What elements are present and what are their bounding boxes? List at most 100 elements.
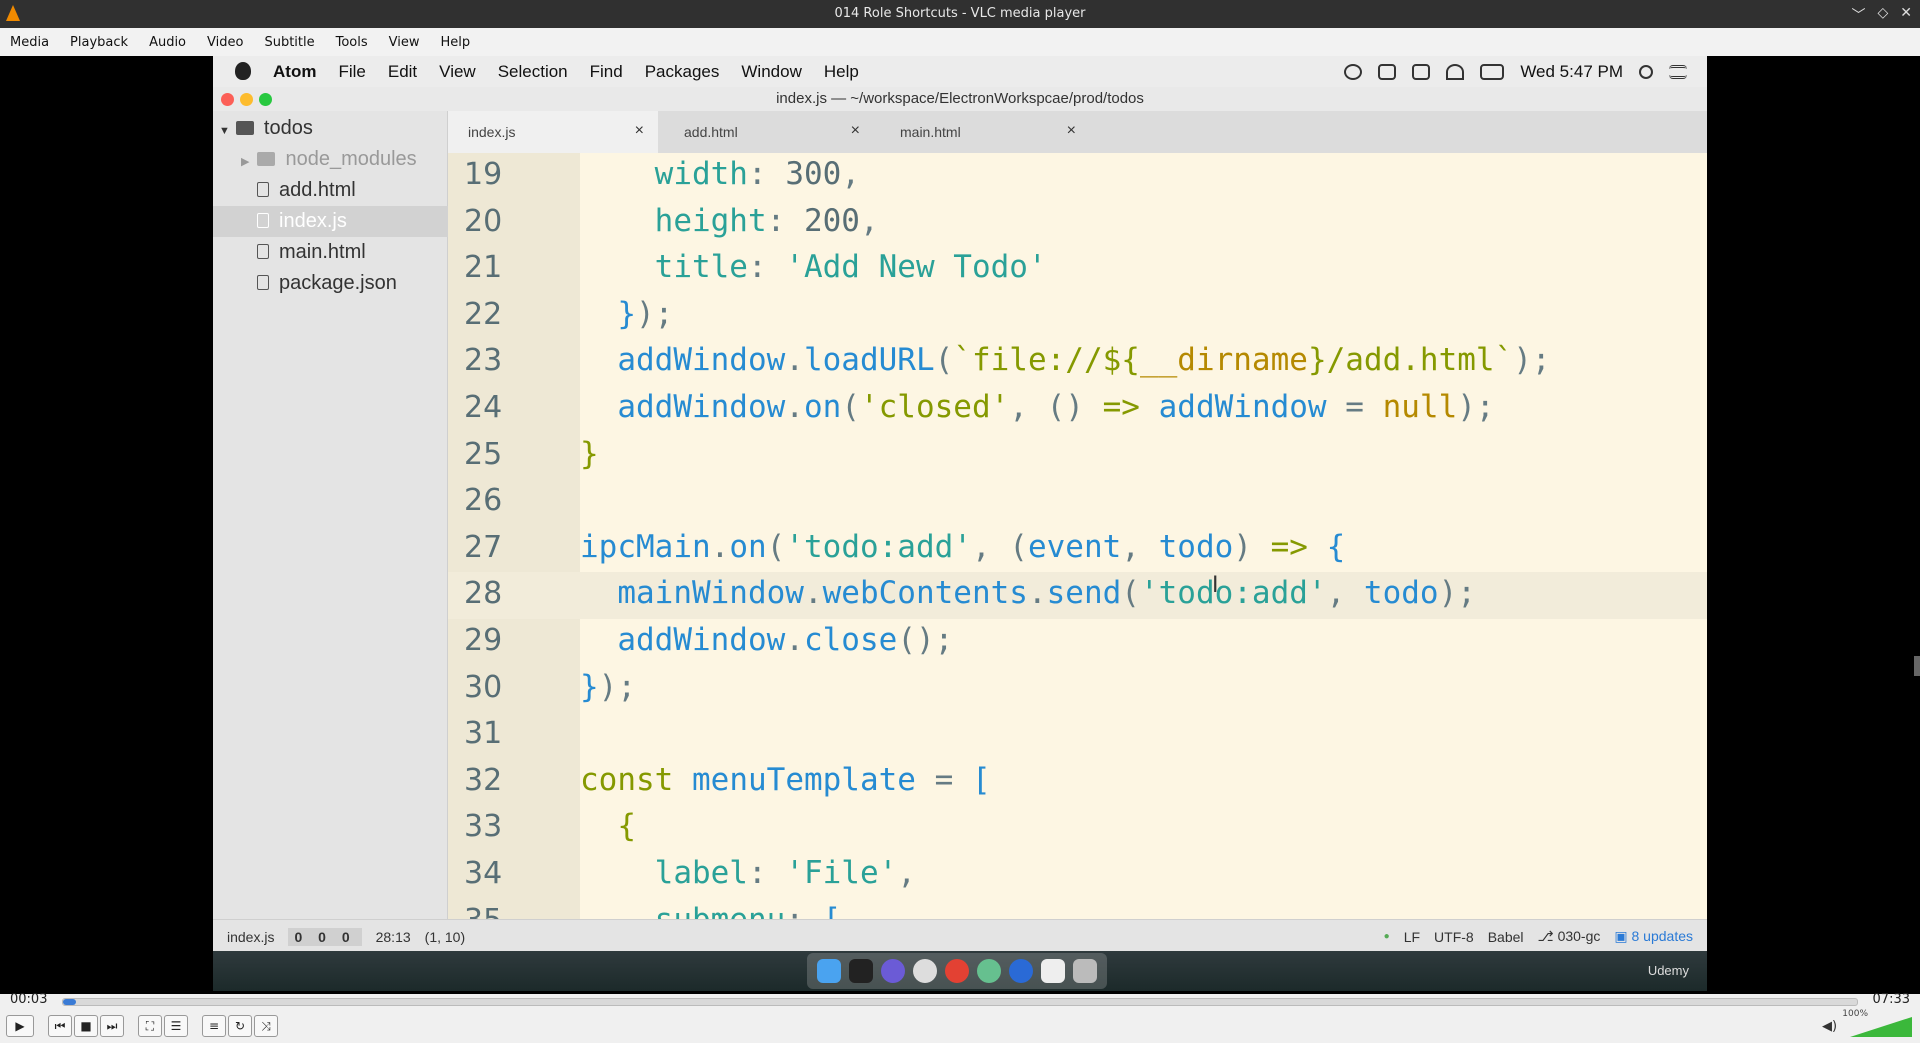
code-line: 28 mainWindow.webContents.send('todo:add… — [448, 572, 1707, 619]
vlc-menu-video[interactable]: Video — [197, 35, 254, 50]
line-number: 29 — [464, 623, 503, 658]
file-icon — [257, 244, 269, 259]
playlist-button[interactable]: ≡ — [202, 1015, 226, 1037]
previous-button[interactable]: ⏮ — [48, 1015, 72, 1037]
tree-file-label: index.js — [279, 210, 347, 232]
code-text: const menuTemplate = [ — [580, 761, 991, 798]
play-button[interactable]: ▶ — [6, 1015, 34, 1037]
code-text: addWindow.close(); — [617, 622, 954, 658]
shuffle-button[interactable]: ⤨ — [254, 1015, 278, 1037]
mac-menu-bar: Atom File Edit View Selection Find Packa… — [213, 56, 1707, 87]
code-line: 19 width: 300, — [448, 153, 1707, 200]
tab-bar: index.js × add.html × main.html × — [448, 111, 1707, 154]
code-text: label: 'File', — [654, 855, 916, 891]
code-text: height: 200, — [654, 202, 879, 239]
code-line: 25} — [448, 433, 1707, 480]
elapsed-time: 00:03 — [10, 992, 48, 1007]
status-updates: ▣ 8 updates — [1614, 928, 1693, 945]
tree-folder-label: node_modules — [285, 148, 417, 170]
video-frame-mac-screen: Atom File Edit View Selection Find Packa… — [213, 56, 1707, 991]
atom-window-title: index.js — ~/workspace/ElectronWorkspcae… — [776, 90, 1144, 107]
mac-menu-file: File — [338, 62, 366, 81]
mac-menu-window: Window — [741, 62, 802, 81]
status-file-name: index.js — [227, 929, 275, 945]
line-number: 32 — [464, 762, 503, 798]
mac-desktop-strip: Udemy — [213, 951, 1707, 991]
vlc-menu-playback[interactable]: Playback — [60, 35, 139, 50]
minimize-button[interactable]: ﹀ — [1851, 5, 1865, 25]
next-button[interactable]: ⏭ — [100, 1015, 124, 1037]
folder-icon — [235, 121, 254, 135]
mac-dock — [807, 953, 1107, 989]
line-number: 34 — [464, 856, 503, 891]
udemy-watermark: Udemy — [1647, 963, 1689, 978]
file-icon — [257, 182, 269, 197]
playback-controls: ▶ ⏮ ■ ⏭ ⛶ ☰ ≡ ↻ ⤨ ◀) 100% — [0, 1008, 1920, 1043]
code-line: 23 addWindow.loadURL(`file://${__dirname… — [448, 339, 1707, 386]
status-bar: index.js 0 0 0 28:13 (1, 10) ● LF UTF-8 … — [213, 919, 1707, 952]
tree-file-label: add.html — [279, 179, 356, 201]
tree-folder-node-modules: ▶ node_modules — [213, 144, 475, 175]
code-line: 24 addWindow.on('closed', () => addWindo… — [448, 386, 1707, 433]
seek-slider[interactable] — [62, 998, 1858, 1006]
chevron-down-icon: ▼ — [219, 125, 230, 137]
extended-settings-button[interactable]: ☰ — [164, 1015, 188, 1037]
stop-button[interactable]: ■ — [74, 1015, 98, 1037]
mac-menu-edit: Edit — [387, 62, 418, 81]
file-icon — [257, 275, 269, 290]
tree-root-folder: ▼ todos — [213, 113, 453, 144]
line-number: 21 — [464, 250, 503, 286]
line-number: 31 — [464, 716, 503, 752]
seek-row: 00:03 07:33 — [0, 992, 1920, 1008]
trash-icon — [1073, 959, 1097, 983]
code-line: 34 label: 'File', — [448, 852, 1707, 899]
code-line: 32 const menuTemplate = [ — [448, 759, 1707, 806]
mac-app-name: Atom — [273, 62, 317, 81]
close-icon: × — [1066, 122, 1076, 139]
record-icon — [1344, 64, 1363, 80]
line-number: 24 — [464, 390, 503, 425]
speaker-icon: ◀) — [1822, 1019, 1838, 1034]
code-text: }); — [580, 668, 636, 705]
line-number: 25 — [464, 436, 503, 472]
volume-slider[interactable]: ◀) 100% — [1822, 1009, 1912, 1037]
line-number: 28 — [464, 576, 503, 612]
line-number: 27 — [464, 529, 503, 565]
volume-level-fill — [1850, 1017, 1912, 1037]
tab-main-html: main.html × — [880, 111, 1090, 153]
status-encoding: UTF-8 — [1434, 928, 1474, 945]
close-icon: × — [634, 122, 644, 139]
video-area[interactable]: Atom File Edit View Selection Find Packa… — [0, 56, 1920, 994]
status-cursor-position: 28:13 — [375, 929, 411, 945]
vlc-menu-view[interactable]: View — [379, 35, 431, 50]
maximize-button[interactable]: ◇ — [1877, 5, 1888, 25]
close-window-button[interactable]: ✕ — [1900, 5, 1912, 25]
folder-icon — [257, 152, 276, 166]
git-branch-icon: ⎇ — [1537, 928, 1554, 944]
total-time: 07:33 — [1872, 992, 1910, 1007]
file-icon — [257, 213, 269, 228]
terminal-icon — [849, 959, 873, 983]
tab-label: main.html — [900, 124, 961, 140]
status-git-branch: ⎇ 030-gc — [1538, 928, 1601, 945]
chrome-icon — [945, 959, 969, 983]
seek-progress-fill — [63, 999, 76, 1005]
loop-button[interactable]: ↻ — [228, 1015, 252, 1037]
code-text: submenu: [ — [580, 902, 842, 919]
fullscreen-button[interactable]: ⛶ — [138, 1015, 162, 1037]
code-line: 30}); — [448, 666, 1707, 713]
vlc-menu-tools[interactable]: Tools — [326, 35, 379, 50]
status-selection-count: (1, 10) — [424, 929, 466, 945]
vlc-menu-audio[interactable]: Audio — [139, 35, 197, 50]
code-line: 35 submenu: [ — [448, 899, 1707, 919]
vlc-menu-help[interactable]: Help — [431, 35, 482, 50]
line-number: 35 — [464, 903, 524, 919]
line-number: 23 — [464, 343, 503, 379]
vlc-menu-bar: Media Playback Audio Video Subtitle Tool… — [0, 28, 1920, 56]
code-text: } — [580, 435, 599, 472]
vlc-menu-subtitle[interactable]: Subtitle — [254, 35, 325, 50]
status-lint-counts: 0 0 0 — [288, 928, 362, 946]
code-line: 26 — [448, 479, 1707, 526]
atom-title-bar: index.js — ~/workspace/ElectronWorkspcae… — [213, 87, 1707, 112]
vlc-menu-media[interactable]: Media — [0, 35, 60, 50]
